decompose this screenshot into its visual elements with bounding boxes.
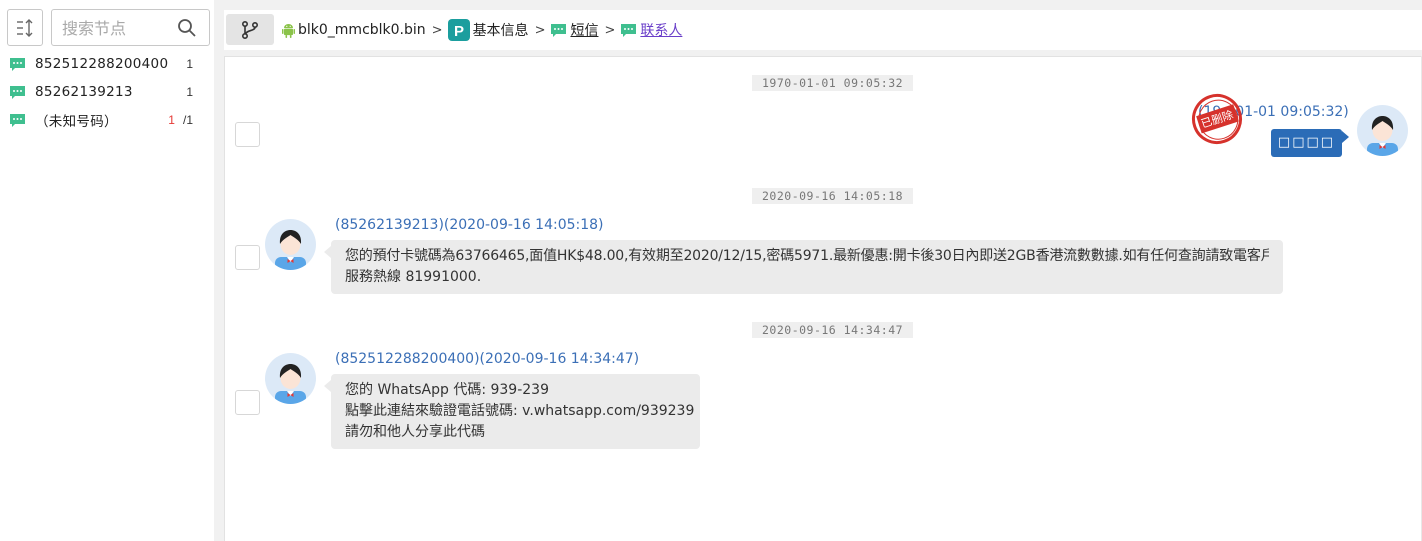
sms-icon xyxy=(551,23,567,37)
sms-icon xyxy=(10,85,25,99)
incoming-message-bubble: 您的預付卡號碼為63766465,面值HK$48.00,有效期至2020/12/… xyxy=(324,240,1283,294)
breadcrumb-item[interactable]: P 基本信息 > xyxy=(447,19,551,41)
message-pane[interactable]: 1970-01-01 09:05:32 (1901-01 09:05:32) 已… xyxy=(224,56,1422,541)
tree-item[interactable]: 85262139213 1 xyxy=(0,78,214,106)
search-box xyxy=(51,9,210,46)
message-checkbox[interactable] xyxy=(235,390,260,415)
tree-item[interactable]: 852512288200400 1 xyxy=(0,50,214,78)
tree-item-label: （未知号码） xyxy=(35,114,118,130)
tree-item-label: 852512288200400 xyxy=(35,56,169,72)
message-header: (852512288200400)(2020-09-16 14:34:47) xyxy=(335,351,640,367)
tree-item-label: 85262139213 xyxy=(35,84,133,100)
date-separator: 2020-09-16 14:34:47 xyxy=(752,322,914,338)
person-icon xyxy=(275,230,306,270)
sms-icon xyxy=(621,23,637,37)
breadcrumb-separator: > xyxy=(604,22,616,38)
breadcrumb-item[interactable]: 联系人 xyxy=(620,20,682,40)
avatar xyxy=(265,353,316,404)
breadcrumb-item[interactable]: 短信 > xyxy=(550,20,620,40)
branch-button[interactable] xyxy=(226,14,274,45)
sms-icon xyxy=(10,57,25,71)
person-icon xyxy=(275,364,306,404)
person-icon xyxy=(1367,116,1398,156)
message-checkbox[interactable] xyxy=(235,245,260,270)
contact-tree: 852512288200400 1 85262139213 1 （未知号码） 1… xyxy=(0,50,214,134)
date-separator: 2020-09-16 14:05:18 xyxy=(752,188,914,204)
sms-icon xyxy=(10,113,25,127)
left-panel: 852512288200400 1 85262139213 1 （未知号码） 1… xyxy=(0,0,214,541)
message-checkbox[interactable] xyxy=(235,122,260,147)
branch-icon xyxy=(241,20,259,39)
svg-text:P: P xyxy=(454,23,464,40)
breadcrumb-item[interactable]: blk0_mmcblk0.bin > xyxy=(282,22,448,38)
tree-item-count: 1/1 xyxy=(168,113,193,127)
message-line: 服務熱線 81991000. xyxy=(345,269,482,285)
outgoing-message-bubble: □□□□ xyxy=(1271,129,1349,157)
avatar xyxy=(265,219,316,270)
android-icon xyxy=(282,23,295,38)
tree-item-count: 1 xyxy=(186,85,193,99)
incoming-message-bubble: 您的 WhatsApp 代碼: 939-239 點擊此連結來驗證電話號碼: v.… xyxy=(324,374,700,449)
breadcrumb: blk0_mmcblk0.bin > P 基本信息 > 短信 > 联系人 xyxy=(282,10,682,50)
message-line: 您的預付卡號碼為63766465,面值HK$48.00,有效期至2020/12/… xyxy=(345,248,1269,264)
avatar xyxy=(1357,105,1408,156)
date-separator: 1970-01-01 09:05:32 xyxy=(752,75,914,91)
panel-divider[interactable] xyxy=(214,0,224,541)
deleted-count: 1 xyxy=(168,113,175,127)
sort-button[interactable] xyxy=(7,9,43,46)
search-input[interactable] xyxy=(62,18,172,38)
breadcrumb-label: 短信 xyxy=(570,23,599,39)
message-line: 您的 WhatsApp 代碼: 939-239 xyxy=(345,382,549,398)
sort-icon xyxy=(17,18,33,37)
breadcrumb-bar: blk0_mmcblk0.bin > P 基本信息 > 短信 > 联系人 xyxy=(224,10,1422,50)
search-icon[interactable] xyxy=(177,18,197,38)
breadcrumb-label: 基本信息 xyxy=(472,23,529,39)
tree-item[interactable]: （未知号码） 1/1 xyxy=(0,106,214,134)
breadcrumb-separator: > xyxy=(431,22,443,38)
breadcrumb-label: blk0_mmcblk0.bin xyxy=(298,22,426,38)
breadcrumb-label: 联系人 xyxy=(640,23,683,39)
message-line: 點擊此連結來驗證電話號碼: v.whatsapp.com/939239 xyxy=(345,403,695,419)
message-header: (85262139213)(2020-09-16 14:05:18) xyxy=(335,217,604,233)
deleted-stamp: 已删除 xyxy=(1185,87,1249,151)
tree-item-count: 1 xyxy=(186,57,193,71)
p-badge-icon: P xyxy=(447,19,470,41)
message-line: 請勿和他人分享此代碼 xyxy=(345,424,485,440)
breadcrumb-separator: > xyxy=(534,22,546,38)
